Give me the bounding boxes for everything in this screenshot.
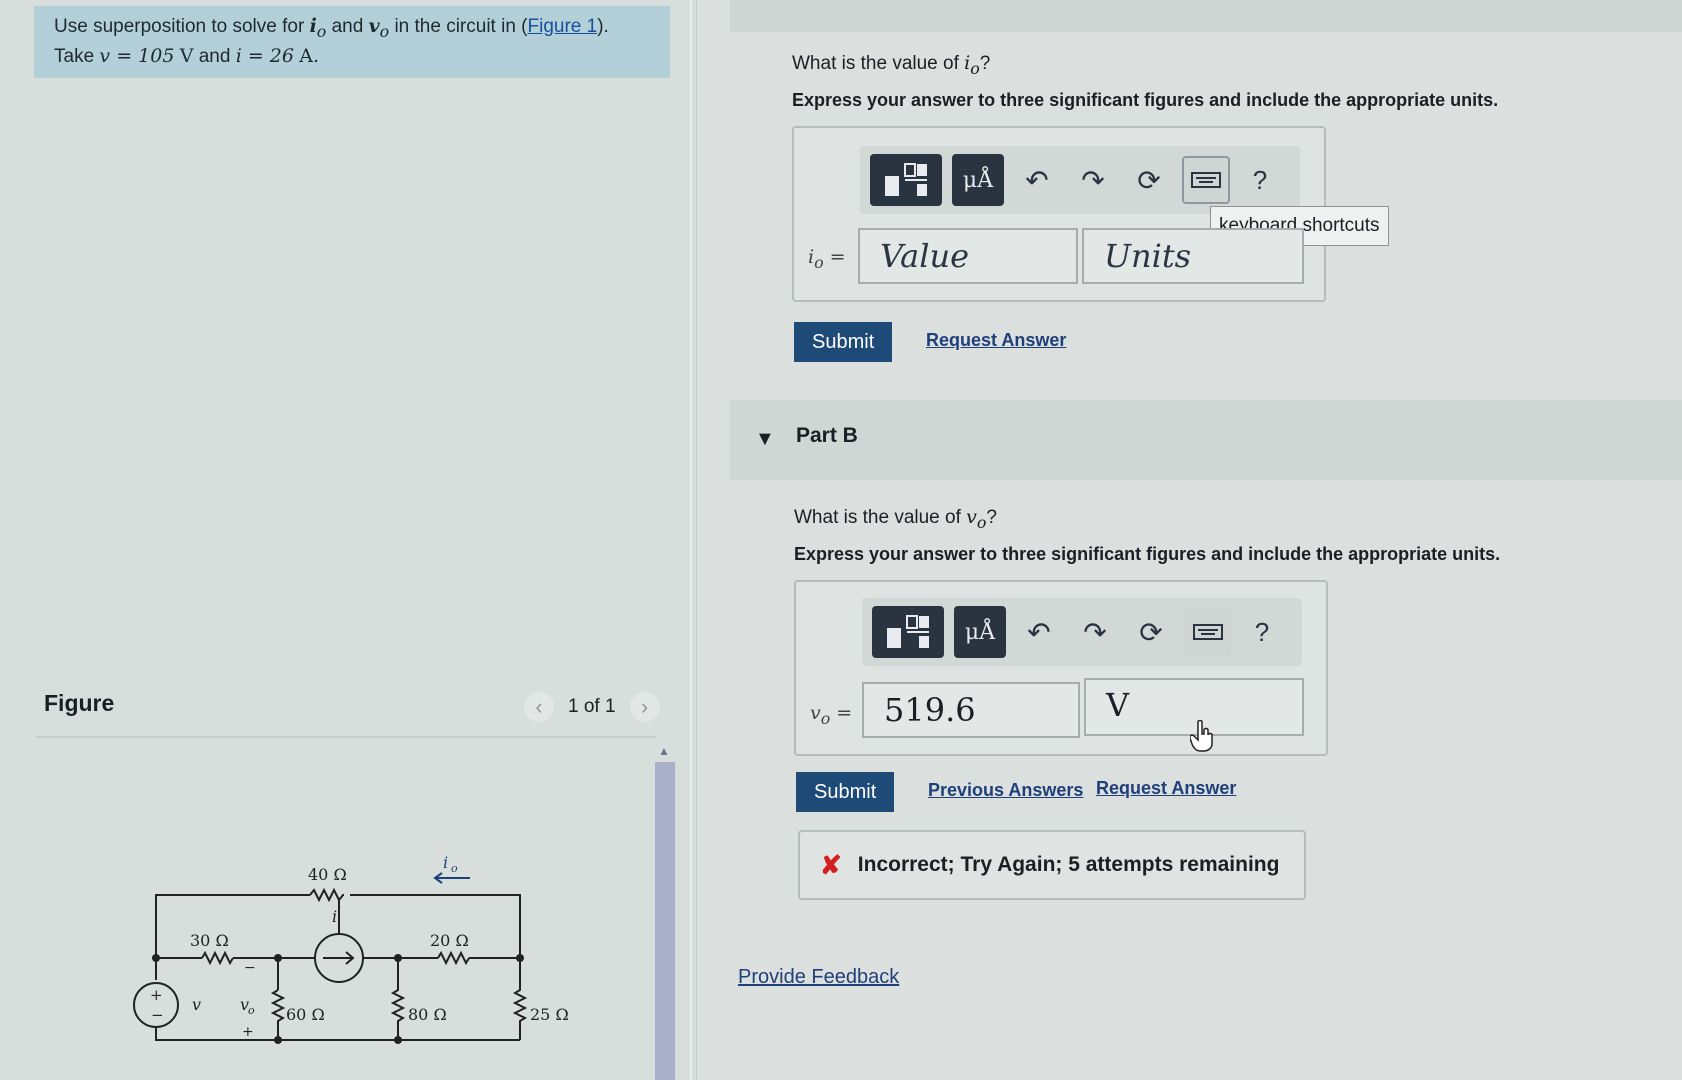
prev-figure-button[interactable]: ‹ bbox=[524, 692, 554, 722]
partB-toolbar: μÅ ↶ ↷ ⟳ ? bbox=[862, 598, 1302, 666]
label-v-source: v bbox=[192, 995, 201, 1014]
partA-field-label: io = bbox=[808, 246, 846, 272]
next-figure-button[interactable]: › bbox=[629, 692, 660, 722]
keyboard-icon[interactable] bbox=[1182, 156, 1230, 204]
incorrect-x-icon: ✘ bbox=[820, 849, 842, 880]
partB-submit-button[interactable]: Submit bbox=[796, 772, 895, 812]
resistor-80 bbox=[390, 958, 406, 1040]
resistor-30 bbox=[201, 950, 234, 966]
figure-heading: Figure bbox=[44, 690, 115, 716]
partB-title[interactable]: Part B bbox=[796, 424, 858, 448]
undo-icon[interactable]: ↶ bbox=[1014, 157, 1060, 203]
partB-question: What is the value of vo? bbox=[794, 506, 997, 532]
resistor-20 bbox=[437, 950, 470, 966]
partA-request-answer-link[interactable]: Request Answer bbox=[926, 330, 1066, 351]
label-io: i bbox=[443, 853, 448, 872]
reset-icon[interactable]: ⟳ bbox=[1128, 609, 1174, 655]
resistor-60 bbox=[270, 989, 286, 1040]
label-60: 60 Ω bbox=[286, 1005, 325, 1024]
keyboard-icon[interactable] bbox=[1184, 608, 1232, 656]
partA-value-input[interactable]: Value bbox=[858, 228, 1078, 284]
collapse-caret-icon[interactable]: ▼ bbox=[755, 428, 775, 451]
figure-pager: ‹ 1 of 1 › bbox=[524, 692, 660, 722]
label-vo-sub: o bbox=[248, 1004, 255, 1017]
label-20: 20 Ω bbox=[430, 931, 469, 950]
template-button[interactable] bbox=[870, 154, 942, 206]
vo-plus: + bbox=[242, 1024, 254, 1040]
label-i-source: i bbox=[332, 907, 337, 926]
fraction-template-icon bbox=[885, 163, 927, 196]
vs-plus: + bbox=[150, 986, 163, 1004]
label-30: 30 Ω bbox=[190, 931, 229, 950]
undo-icon[interactable]: ↶ bbox=[1016, 609, 1062, 655]
top-header-strip bbox=[730, 0, 1682, 32]
partB-header-strip bbox=[730, 400, 1682, 480]
partA-question: What is the value of io? bbox=[792, 52, 991, 78]
label-io-sub: o bbox=[451, 862, 458, 875]
partA-submit-button[interactable]: Submit bbox=[794, 322, 893, 362]
current-source-arrow bbox=[323, 951, 355, 965]
partA-toolbar: μÅ ↶ ↷ ⟳ ? bbox=[860, 146, 1300, 214]
var-io: io bbox=[309, 15, 327, 41]
label-25: 25 Ω bbox=[530, 1005, 569, 1024]
label-40: 40 Ω bbox=[308, 865, 347, 884]
nodes bbox=[152, 954, 524, 1044]
pager-text: 1 of 1 bbox=[568, 696, 616, 717]
figure-scrollbar[interactable] bbox=[655, 762, 675, 1080]
scroll-up-arrow-icon[interactable]: ▲ bbox=[658, 744, 670, 758]
circuit-diagram: 40 Ω 30 Ω 20 Ω 60 Ω 80 Ω 25 Ω i o i v v … bbox=[133, 853, 569, 1044]
partB-instruction: Express your answer to three significant… bbox=[794, 544, 1501, 564]
label-80: 80 Ω bbox=[408, 1005, 447, 1024]
panel-divider bbox=[690, 0, 692, 1080]
resistor-40 bbox=[309, 887, 344, 903]
problem-statement: Use superposition to solve for io and vo… bbox=[34, 6, 670, 78]
vo-minus: − bbox=[244, 960, 256, 976]
partA-units-input[interactable]: Units bbox=[1082, 228, 1304, 284]
redo-icon[interactable]: ↷ bbox=[1072, 609, 1118, 655]
page: Use superposition to solve for io and vo… bbox=[0, 0, 1682, 1080]
feedback-message: Incorrect; Try Again; 5 attempts remaini… bbox=[857, 853, 1280, 876]
figure-1-link[interactable]: Figure 1 bbox=[528, 16, 598, 37]
vs-minus: − bbox=[151, 1006, 164, 1024]
problem-line-2: Take v = 105 V and i = 26 A. bbox=[54, 44, 320, 67]
partA-instruction: Express your answer to three significant… bbox=[792, 90, 1499, 110]
resistor-25 bbox=[512, 958, 528, 1040]
wire-left-bottom bbox=[155, 1027, 520, 1041]
help-icon[interactable]: ? bbox=[1240, 165, 1280, 196]
partB-feedback: ✘ Incorrect; Try Again; 5 attempts remai… bbox=[798, 830, 1306, 900]
fraction-template-icon bbox=[887, 615, 929, 648]
template-button[interactable] bbox=[872, 606, 944, 658]
reset-icon[interactable]: ⟳ bbox=[1126, 157, 1172, 203]
partB-value-input[interactable]: 519.6 bbox=[862, 682, 1080, 738]
help-icon[interactable]: ? bbox=[1242, 617, 1282, 648]
partB-request-answer-link[interactable]: Request Answer bbox=[1096, 778, 1236, 799]
partB-previous-answers-link[interactable]: Previous Answers bbox=[928, 780, 1083, 801]
units-button[interactable]: μÅ bbox=[952, 154, 1004, 206]
units-button[interactable]: μÅ bbox=[954, 606, 1006, 658]
hand-pointer-icon bbox=[1190, 720, 1213, 752]
problem-line-1: Use superposition to solve for io and vo… bbox=[54, 15, 609, 41]
var-vo: vo bbox=[368, 15, 390, 41]
redo-icon[interactable]: ↷ bbox=[1070, 157, 1116, 203]
provide-feedback-link[interactable]: Provide Feedback bbox=[738, 966, 899, 989]
partB-field-label: vo = bbox=[810, 702, 853, 728]
figure-divider bbox=[36, 736, 656, 738]
